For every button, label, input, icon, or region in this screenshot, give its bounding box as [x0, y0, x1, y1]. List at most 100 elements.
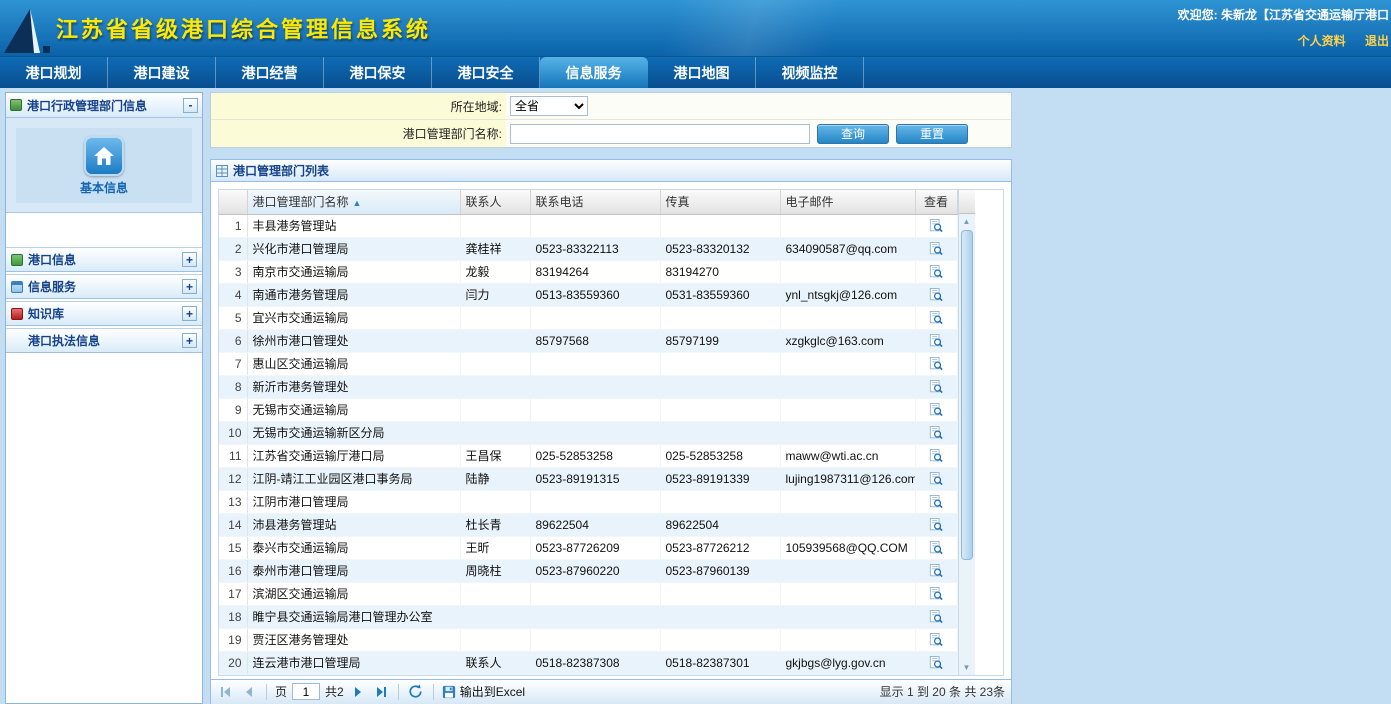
table-row[interactable]: 5 宜兴市交通运输局 [219, 306, 957, 329]
nav-tab-港口安全[interactable]: 港口安全 [432, 57, 540, 88]
view-detail-icon[interactable] [929, 426, 943, 440]
sidebar-item-港口执法信息[interactable]: 港口执法信息 + [6, 328, 202, 353]
view-detail-icon[interactable] [929, 219, 943, 233]
last-page-button[interactable] [372, 683, 390, 701]
table-row[interactable]: 18 睢宁县交通运输局港口管理办公室 [219, 605, 957, 628]
row-number-cell: 6 [219, 329, 247, 352]
dept-name-cell: 贾汪区港务管理处 [247, 628, 460, 651]
table-row[interactable]: 12 江阴-靖江工业园区港口事务局 陆静 0523-89191315 0523-… [219, 467, 957, 490]
scroll-up-icon[interactable]: ▲ [959, 214, 975, 228]
nav-tab-港口保安[interactable]: 港口保安 [324, 57, 432, 88]
column-header-name[interactable]: 港口管理部门名称▲ [247, 190, 460, 214]
dept-name-input[interactable] [510, 124, 810, 144]
sidebar-item-信息服务[interactable]: 信息服务 + [6, 274, 202, 299]
table-row[interactable]: 3 南京市交通运输局 龙毅 83194264 83194270 [219, 260, 957, 283]
table-row[interactable]: 1 丰县港务管理站 [219, 214, 957, 237]
view-detail-icon[interactable] [929, 518, 943, 532]
table-row[interactable]: 19 贾汪区港务管理处 [219, 628, 957, 651]
view-detail-icon[interactable] [929, 564, 943, 578]
view-detail-icon[interactable] [929, 334, 943, 348]
grid-icon [216, 165, 228, 177]
table-row[interactable]: 20 连云港市港口管理局 联系人 0518-82387308 0518-8238… [219, 651, 957, 674]
view-detail-icon[interactable] [929, 242, 943, 256]
nav-tab-港口建设[interactable]: 港口建设 [108, 57, 216, 88]
view-detail-icon[interactable] [929, 633, 943, 647]
table-row[interactable]: 9 无锡市交通运输局 [219, 398, 957, 421]
app-title: 江苏省省级港口综合管理信息系统 [56, 12, 431, 44]
reset-button[interactable]: 重置 [896, 124, 968, 144]
module-basic-info-label: 基本信息 [80, 179, 128, 196]
scrollbar-thumb[interactable] [961, 230, 973, 560]
phone-cell: 025-52853258 [530, 444, 660, 467]
profile-link[interactable]: 个人资料 [1298, 34, 1346, 48]
page-number-input[interactable] [292, 683, 320, 700]
sidebar-panel-header[interactable]: 港口行政管理部门信息 - [6, 93, 202, 118]
phone-cell: 0523-89191315 [530, 467, 660, 490]
view-detail-icon[interactable] [929, 541, 943, 555]
logout-link[interactable]: 退出 [1365, 34, 1389, 48]
contact-cell: 陆静 [460, 467, 530, 490]
nav-tab-港口地图[interactable]: 港口地图 [648, 57, 756, 88]
table-scrollbar[interactable]: ▲ ▼ [958, 190, 975, 675]
view-detail-icon[interactable] [929, 403, 943, 417]
table-row[interactable]: 14 沛县港务管理站 杜长青 89622504 89622504 [219, 513, 957, 536]
table-row[interactable]: 11 江苏省交通运输厅港口局 王昌保 025-52853258 025-5285… [219, 444, 957, 467]
table-row[interactable]: 17 滨湖区交通运输局 [219, 582, 957, 605]
nav-tab-港口规划[interactable]: 港口规划 [0, 57, 108, 88]
fax-cell: 0523-87726212 [660, 536, 780, 559]
column-header-contact[interactable]: 联系人 [460, 190, 530, 214]
column-header-email[interactable]: 电子邮件 [780, 190, 915, 214]
table-row[interactable]: 2 兴化市港口管理局 龚桂祥 0523-83322113 0523-833201… [219, 237, 957, 260]
expand-button[interactable]: + [182, 279, 197, 294]
query-button[interactable]: 查询 [817, 124, 889, 144]
export-excel-button[interactable]: 输出到Excel [442, 683, 525, 700]
view-detail-icon[interactable] [929, 495, 943, 509]
view-detail-icon[interactable] [929, 357, 943, 371]
table-row[interactable]: 16 泰州市港口管理局 周晓柱 0523-87960220 0523-87960… [219, 559, 957, 582]
expand-button[interactable]: + [182, 252, 197, 267]
list-panel-header: 港口管理部门列表 [211, 160, 1011, 182]
region-select[interactable]: 全省 [510, 96, 588, 116]
view-detail-icon[interactable] [929, 311, 943, 325]
collapse-button[interactable]: - [183, 98, 198, 113]
view-detail-icon[interactable] [929, 449, 943, 463]
first-page-button[interactable] [217, 683, 235, 701]
refresh-button[interactable] [407, 683, 425, 701]
page-label: 页 [275, 683, 287, 700]
nav-tab-港口经营[interactable]: 港口经营 [216, 57, 324, 88]
view-detail-icon[interactable] [929, 265, 943, 279]
row-number-cell: 19 [219, 628, 247, 651]
nav-tab-信息服务[interactable]: 信息服务 [540, 57, 648, 88]
phone-cell [530, 398, 660, 421]
table-row[interactable]: 10 无锡市交通运输新区分局 [219, 421, 957, 444]
sidebar-item-港口信息[interactable]: 港口信息 + [6, 247, 202, 272]
phone-cell [530, 582, 660, 605]
welcome-text: 欢迎您: 朱新龙【江苏省交通运输厅港口 [1178, 6, 1389, 23]
nav-tab-视频监控[interactable]: 视频监控 [756, 57, 864, 88]
phone-cell: 83194264 [530, 260, 660, 283]
table-row[interactable]: 4 南通市港务管理局 闫力 0513-83559360 0531-8355936… [219, 283, 957, 306]
view-detail-icon[interactable] [929, 610, 943, 624]
view-detail-icon[interactable] [929, 288, 943, 302]
table-row[interactable]: 7 惠山区交通运输局 [219, 352, 957, 375]
table-row[interactable]: 13 江阴市港口管理局 [219, 490, 957, 513]
view-detail-icon[interactable] [929, 472, 943, 486]
prev-page-button[interactable] [240, 683, 258, 701]
view-detail-icon[interactable] [929, 587, 943, 601]
table-row[interactable]: 6 徐州市港口管理处 85797568 85797199 xzgkglc@163… [219, 329, 957, 352]
column-header-phone[interactable]: 联系电话 [530, 190, 660, 214]
column-header-fax[interactable]: 传真 [660, 190, 780, 214]
sidebar-item-知识库[interactable]: 知识库 + [6, 301, 202, 326]
expand-button[interactable]: + [182, 306, 197, 321]
accordion-label: 港口信息 [28, 251, 177, 268]
table-row[interactable]: 15 泰兴市交通运输局 王昕 0523-87726209 0523-877262… [219, 536, 957, 559]
expand-button[interactable]: + [182, 333, 197, 348]
column-header-view[interactable]: 查看 [915, 190, 957, 214]
view-detail-icon[interactable] [929, 380, 943, 394]
scrollbar-track[interactable] [959, 228, 975, 661]
scroll-down-icon[interactable]: ▼ [959, 661, 975, 675]
table-row[interactable]: 8 新沂市港务管理处 [219, 375, 957, 398]
module-basic-info[interactable]: 基本信息 [16, 128, 192, 203]
next-page-button[interactable] [349, 683, 367, 701]
view-detail-icon[interactable] [929, 656, 943, 670]
